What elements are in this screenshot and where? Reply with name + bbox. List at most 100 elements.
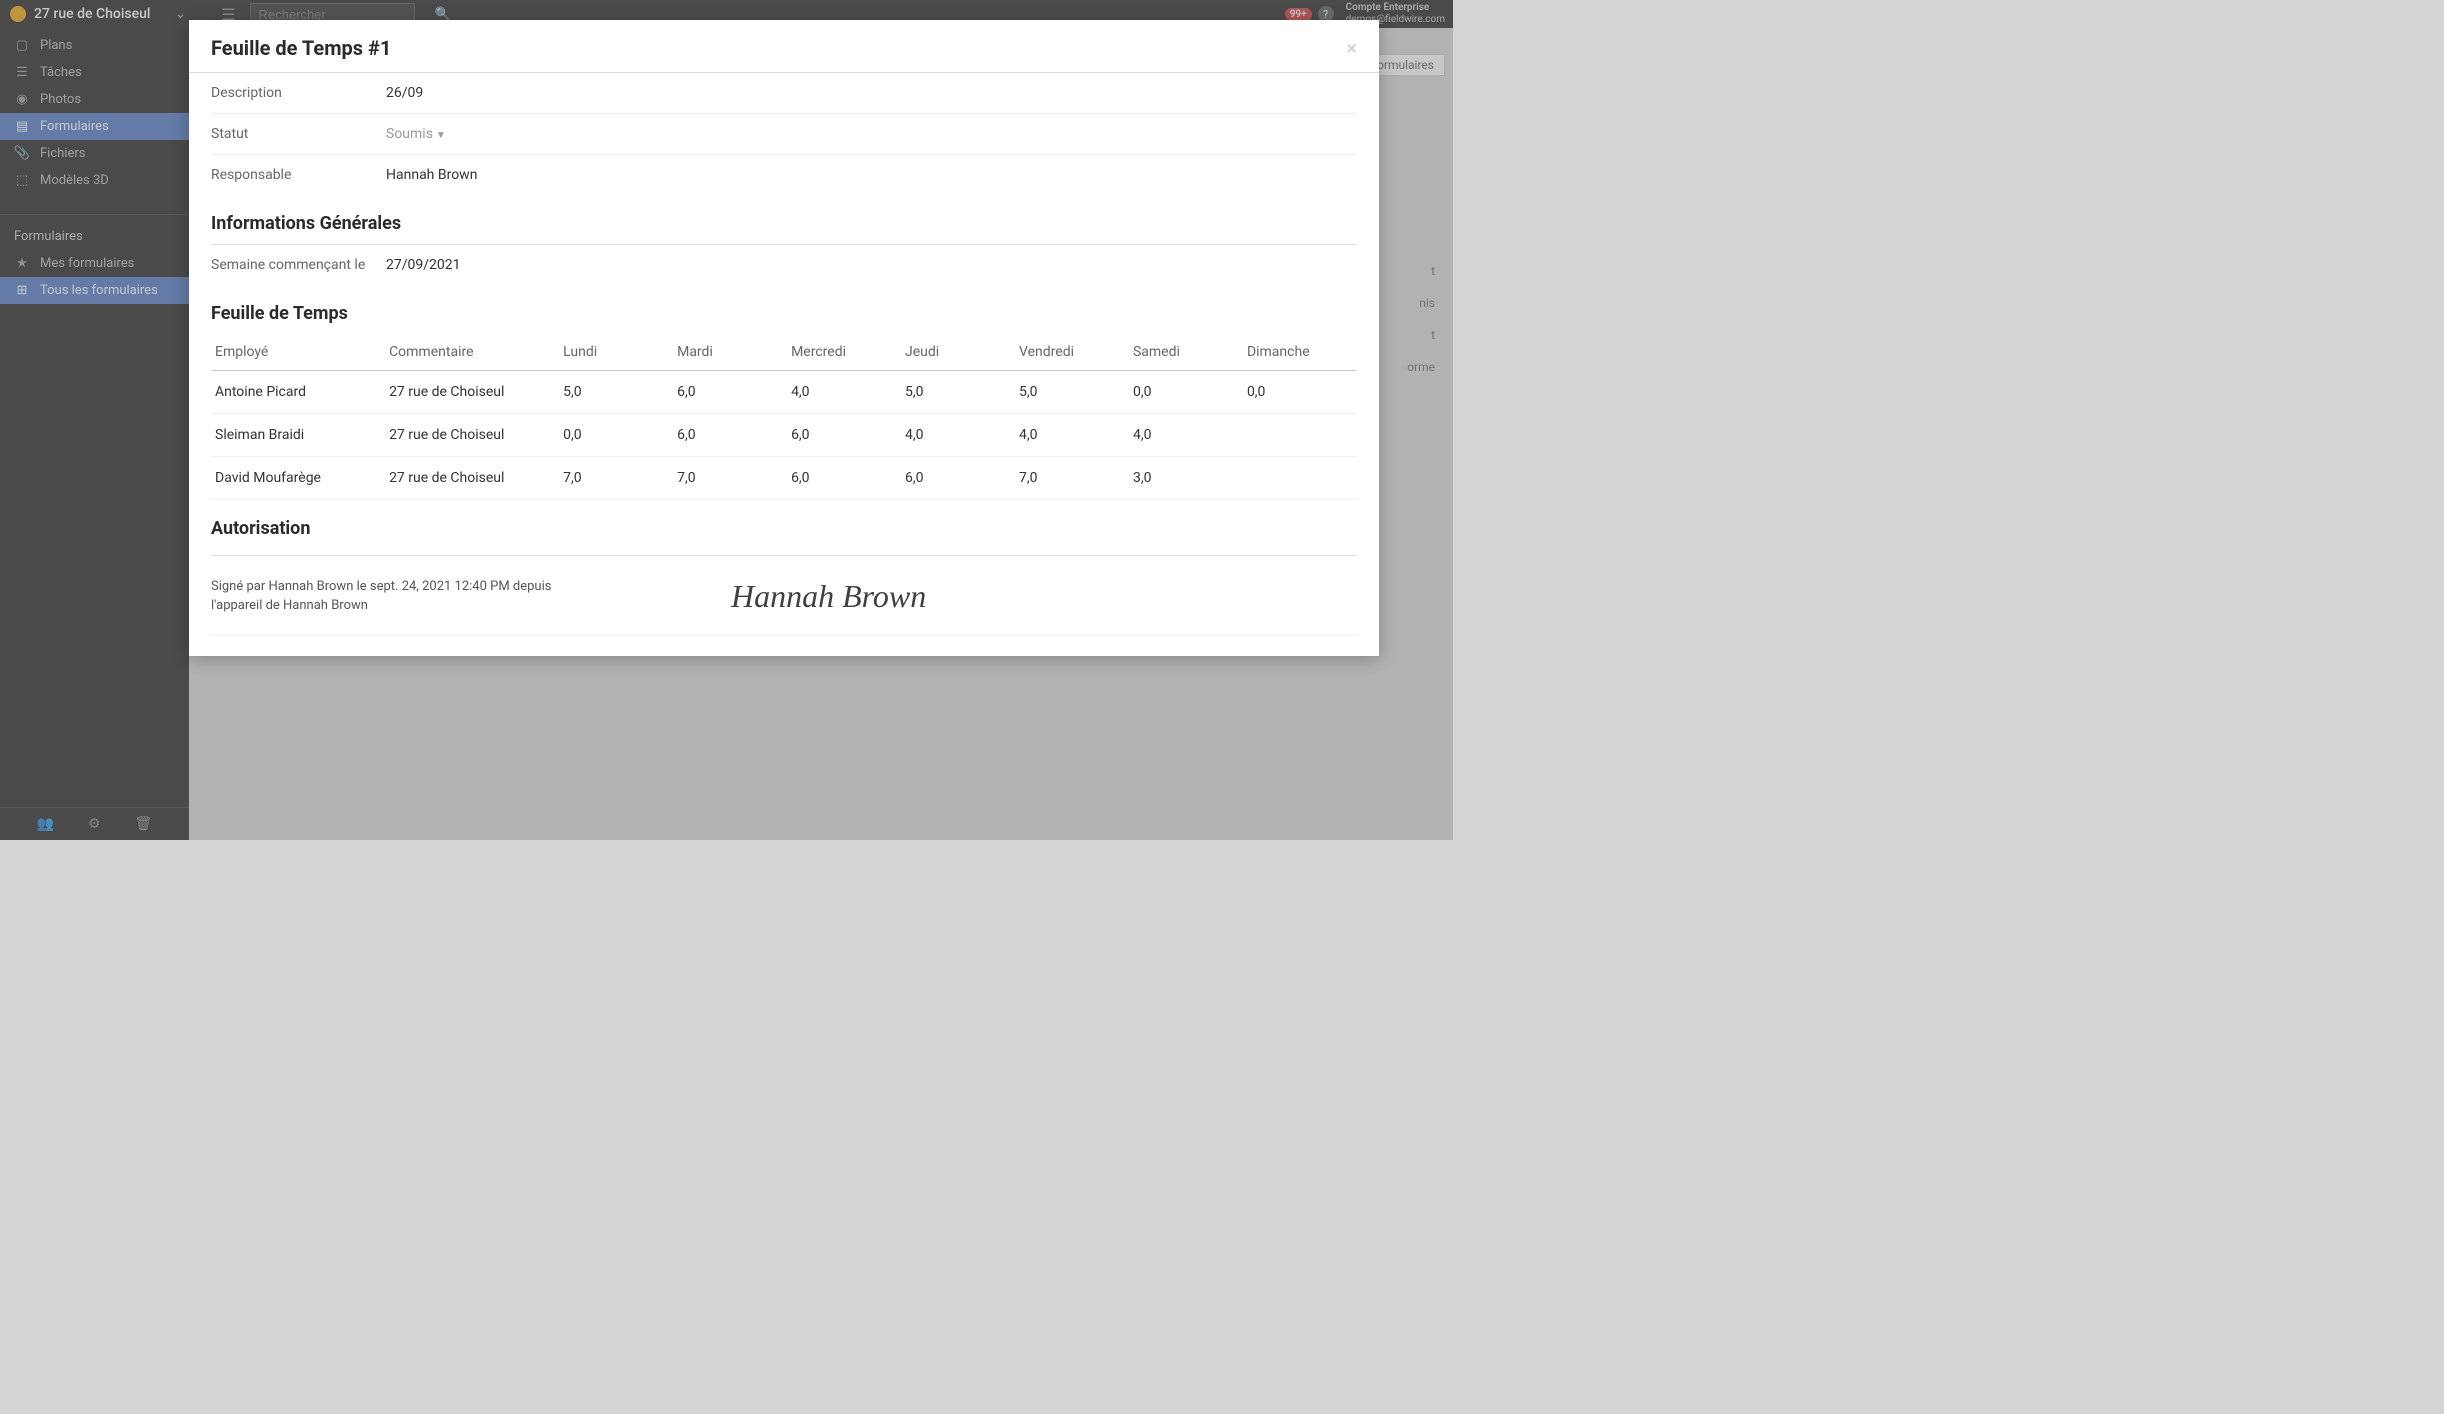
- gear-icon[interactable]: ⚙: [88, 816, 101, 832]
- field-responsable[interactable]: Responsable Hannah Brown: [211, 155, 1357, 195]
- table-cell: 5,0: [901, 371, 1015, 414]
- table-cell: David Moufarège: [211, 457, 385, 500]
- field-description[interactable]: Description 26/09: [211, 73, 1357, 114]
- field-label: Statut: [211, 126, 386, 142]
- sidebar-item-3d[interactable]: ⬚ Modèles 3D: [0, 167, 189, 194]
- table-cell: Antoine Picard: [211, 371, 385, 414]
- form-modal: Feuille de Temps #1 × Description 26/09 …: [189, 20, 1379, 656]
- table-row[interactable]: David Moufarège27 rue de Choiseul7,07,06…: [211, 457, 1357, 500]
- th-jeudi: Jeudi: [901, 334, 1015, 371]
- sidebar-item-files[interactable]: 📎 Fichiers: [0, 140, 189, 167]
- field-value: Hannah Brown: [386, 167, 477, 183]
- th-employee: Employé: [211, 334, 385, 371]
- modal-title: Feuille de Temps #1: [211, 36, 391, 60]
- table-cell: 6,0: [787, 457, 901, 500]
- table-cell: [1243, 414, 1357, 457]
- field-label: Description: [211, 85, 386, 101]
- th-mercredi: Mercredi: [787, 334, 901, 371]
- trash-icon[interactable]: 🗑: [134, 816, 152, 832]
- table-cell: 7,0: [1015, 457, 1129, 500]
- th-vendredi: Vendredi: [1015, 334, 1129, 371]
- sidebar-item-forms[interactable]: ▤ Formulaires: [0, 113, 189, 140]
- sidebar-label: Tâches: [40, 65, 82, 80]
- table-cell: 0,0: [1243, 371, 1357, 414]
- sidebar-label: Modèles 3D: [40, 173, 109, 188]
- project-dropdown-icon[interactable]: ⌄: [174, 6, 186, 22]
- th-dimanche: Dimanche: [1243, 334, 1357, 371]
- table-cell: 6,0: [673, 414, 787, 457]
- table-row[interactable]: Sleiman Braidi27 rue de Choiseul0,06,06,…: [211, 414, 1357, 457]
- field-label: Responsable: [211, 167, 386, 183]
- signature-image: Hannah Brown: [731, 578, 926, 615]
- sidebar-label: Mes formulaires: [40, 256, 134, 271]
- behind-text: t: [1431, 264, 1435, 278]
- th-mardi: Mardi: [673, 334, 787, 371]
- table-cell: 6,0: [787, 414, 901, 457]
- forms-icon: ▤: [14, 119, 30, 134]
- project-name[interactable]: 27 rue de Choiseul: [34, 6, 150, 22]
- table-cell: 0,0: [1129, 371, 1243, 414]
- photos-icon: ◉: [14, 92, 30, 107]
- field-week[interactable]: Semaine commençant le 27/09/2021: [211, 245, 1357, 285]
- status-value: Soumis: [386, 126, 433, 142]
- field-statut[interactable]: Statut Soumis▼: [211, 114, 1357, 155]
- behind-text: t: [1431, 328, 1435, 342]
- table-cell: 27 rue de Choiseul: [385, 371, 559, 414]
- field-label: Semaine commençant le: [211, 257, 386, 273]
- table-cell: 4,0: [901, 414, 1015, 457]
- table-cell: 3,0: [1129, 457, 1243, 500]
- table-cell: 5,0: [559, 371, 673, 414]
- cube-icon: ⬚: [14, 173, 30, 188]
- signature-text: Signé par Hannah Brown le sept. 24, 2021…: [211, 578, 571, 614]
- status-dropdown[interactable]: Soumis▼: [386, 126, 446, 142]
- table-cell: 4,0: [1015, 414, 1129, 457]
- sidebar-item-tasks[interactable]: ☰ Tâches: [0, 59, 189, 86]
- table-row[interactable]: Antoine Picard27 rue de Choiseul5,06,04,…: [211, 371, 1357, 414]
- behind-text: orme: [1407, 360, 1435, 374]
- star-icon: ★: [14, 256, 30, 271]
- table-cell: 27 rue de Choiseul: [385, 457, 559, 500]
- sidebar-sub-my-forms[interactable]: ★ Mes formulaires: [0, 250, 189, 277]
- sidebar-sub-heading: Formulaires: [0, 214, 189, 250]
- table-cell: 0,0: [559, 414, 673, 457]
- table-cell: [1243, 457, 1357, 500]
- table-cell: 7,0: [559, 457, 673, 500]
- files-icon: 📎: [14, 146, 30, 161]
- people-icon[interactable]: 👥: [37, 816, 54, 832]
- table-cell: Sleiman Braidi: [211, 414, 385, 457]
- account-type: Compte Enterprise: [1346, 2, 1445, 14]
- notification-badge[interactable]: 99+: [1285, 8, 1312, 21]
- th-samedi: Samedi: [1129, 334, 1243, 371]
- field-value: 26/09: [386, 85, 423, 101]
- table-cell: 27 rue de Choiseul: [385, 414, 559, 457]
- chevron-down-icon: ▼: [436, 130, 446, 141]
- sidebar-label: Formulaires: [40, 119, 109, 134]
- sidebar-label: Photos: [40, 92, 81, 107]
- sidebar-footer: 👥 ⚙ 🗑: [0, 807, 189, 840]
- tasks-icon: ☰: [14, 65, 30, 80]
- sidebar: ▢ Plans ☰ Tâches ◉ Photos ▤ Formulaires …: [0, 28, 189, 840]
- close-icon[interactable]: ×: [1346, 38, 1357, 58]
- field-value: 27/09/2021: [386, 257, 461, 273]
- table-cell: 6,0: [673, 371, 787, 414]
- grid-icon: ⊞: [14, 283, 30, 298]
- behind-text: nis: [1419, 296, 1435, 310]
- app-logo: [10, 6, 26, 22]
- sidebar-label: Plans: [40, 38, 72, 53]
- sidebar-label: Tous les formulaires: [40, 283, 158, 298]
- sidebar-sub-all-forms[interactable]: ⊞ Tous les formulaires: [0, 277, 189, 304]
- table-cell: 7,0: [673, 457, 787, 500]
- section-info-title: Informations Générales: [211, 195, 1357, 244]
- table-cell: 4,0: [1129, 414, 1243, 457]
- section-auth-title: Autorisation: [211, 500, 1357, 549]
- table-cell: 5,0: [1015, 371, 1129, 414]
- plans-icon: ▢: [14, 38, 30, 53]
- sidebar-item-plans[interactable]: ▢ Plans: [0, 32, 189, 59]
- sidebar-item-photos[interactable]: ◉ Photos: [0, 86, 189, 113]
- timesheet-table: Employé Commentaire Lundi Mardi Mercredi…: [211, 334, 1357, 500]
- th-lundi: Lundi: [559, 334, 673, 371]
- th-comment: Commentaire: [385, 334, 559, 371]
- sidebar-label: Fichiers: [40, 146, 85, 161]
- signature-row: Signé par Hannah Brown le sept. 24, 2021…: [211, 555, 1357, 636]
- table-cell: 6,0: [901, 457, 1015, 500]
